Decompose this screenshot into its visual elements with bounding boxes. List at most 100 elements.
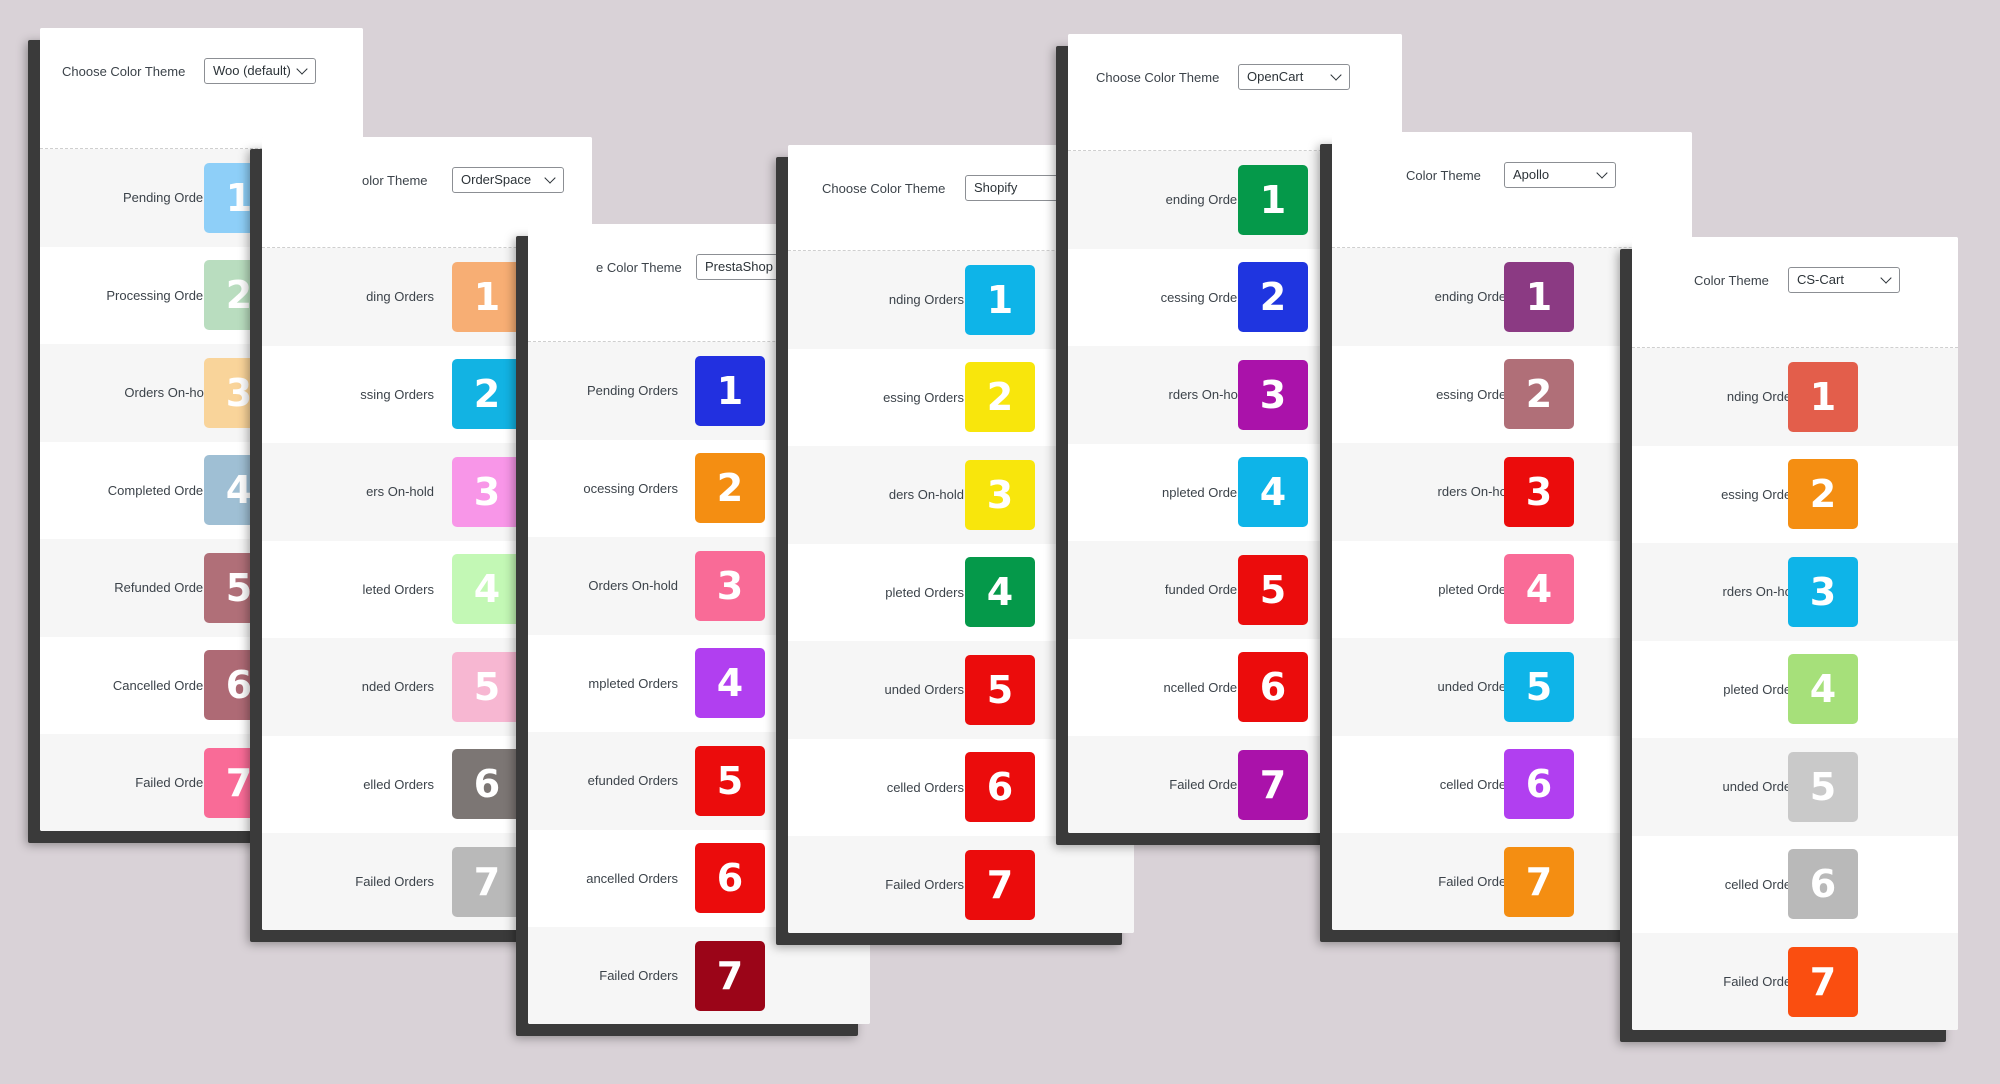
order-status-row: unded Orders 5 — [1632, 738, 1958, 836]
order-status-label: nding Orders — [1726, 389, 1802, 405]
order-status-label: rders On-hold — [1437, 484, 1517, 500]
status-color-swatch: 3 — [1788, 556, 1858, 627]
color-theme-select-value: OpenCart — [1247, 69, 1304, 84]
status-color-swatch: 4 — [965, 557, 1035, 628]
order-status-list: nding Orders 1 essing Orders 2 rders On-hold… — [1632, 348, 1958, 1030]
order-status-label: nding Orders — [888, 292, 964, 308]
theme-panel-7: Color Theme CS-Cart nding Orders 1 essing Or… — [1632, 237, 1958, 1030]
order-status-label: ders On-hold — [888, 487, 964, 503]
status-color-swatch: 6 — [1238, 652, 1308, 723]
order-status-label: Processing Orders — [106, 287, 214, 303]
color-theme-select-value: PrestaShop — [705, 259, 773, 274]
order-status-label: pleted Orders — [1438, 581, 1517, 597]
status-color-swatch: 1 — [452, 261, 522, 332]
order-status-label: essing Orders — [1436, 386, 1517, 402]
color-theme-select[interactable]: CS-Cart — [1788, 267, 1900, 293]
status-color-swatch: 3 — [1504, 456, 1574, 527]
order-status-label: elled Orders — [363, 776, 434, 792]
order-status-row: nding Orders 1 — [1632, 348, 1958, 446]
panel-header: Color Theme Apollo — [1332, 132, 1692, 248]
order-status-label: celled Orders — [1439, 776, 1517, 792]
status-color-swatch: 2 — [452, 359, 522, 430]
color-theme-select[interactable]: OpenCart — [1238, 64, 1350, 90]
order-status-label: Orders On-hold — [124, 385, 214, 401]
order-status-label: unded Orders — [1722, 779, 1803, 795]
order-status-label: ending Orders — [1434, 289, 1517, 305]
order-status-label: Completed Orders — [107, 482, 214, 498]
color-theme-select[interactable]: Shopify — [965, 175, 1077, 201]
status-color-swatch: 4 — [695, 648, 765, 719]
status-color-swatch: 7 — [695, 940, 765, 1011]
chevron-down-icon — [544, 172, 556, 184]
panel-header: Color Theme CS-Cart — [1632, 237, 1958, 348]
chevron-down-icon — [1880, 272, 1892, 284]
status-color-swatch: 5 — [452, 651, 522, 722]
order-status-label: funded Orders — [1164, 582, 1248, 598]
order-status-label: rders On-hold — [1168, 387, 1248, 403]
order-status-row: Failed Orders 7 — [1632, 933, 1958, 1030]
status-color-swatch: 4 — [1238, 457, 1308, 528]
order-status-label: Pending Orders — [122, 190, 214, 206]
order-status-label: Failed Orders — [599, 968, 678, 984]
status-color-swatch: 7 — [1788, 946, 1858, 1017]
order-status-label: unded Orders — [884, 682, 965, 698]
order-status-label: Failed Orders — [1169, 777, 1248, 793]
status-color-swatch: 3 — [695, 550, 765, 621]
chevron-down-icon — [1330, 69, 1342, 81]
color-theme-select[interactable]: Woo (default) — [204, 58, 316, 84]
order-status-label: unded Orders — [1437, 679, 1518, 695]
order-status-row: essing Orders 2 — [1632, 445, 1958, 543]
order-status-row: pleted Orders 4 — [1632, 640, 1958, 738]
order-status-label: Orders On-hold — [588, 578, 678, 594]
order-status-label: pleted Orders — [1723, 681, 1802, 697]
order-status-label: ding Orders — [366, 289, 434, 305]
status-color-swatch: 6 — [1788, 849, 1858, 920]
order-status-label: leted Orders — [362, 581, 434, 597]
order-status-label: Failed Orders — [355, 874, 434, 890]
color-theme-select-value: Woo (default) — [213, 63, 291, 78]
order-status-row: celled Orders 6 — [1632, 835, 1958, 933]
status-color-swatch: 3 — [1238, 359, 1308, 430]
status-color-swatch: 2 — [1788, 459, 1858, 530]
status-color-swatch: 7 — [1238, 749, 1308, 820]
order-status-label: Refunded Orders — [114, 580, 214, 596]
order-status-label: Failed Orders — [885, 877, 964, 893]
order-status-label: Cancelled Orders — [112, 677, 214, 693]
status-color-swatch: 6 — [965, 752, 1035, 823]
chevron-down-icon — [1057, 180, 1069, 192]
status-color-swatch: 1 — [1238, 164, 1308, 235]
status-color-swatch: 2 — [1504, 359, 1574, 430]
order-status-label: celled Orders — [886, 779, 964, 795]
status-color-swatch: 4 — [452, 554, 522, 625]
order-status-label: ocessing Orders — [583, 480, 678, 496]
color-theme-select-value: OrderSpace — [461, 172, 532, 187]
color-theme-select[interactable]: OrderSpace — [452, 167, 564, 193]
status-color-swatch: 5 — [1504, 651, 1574, 722]
panel-header: Choose Color Theme Woo (default) — [40, 28, 363, 149]
status-color-swatch: 1 — [1788, 361, 1858, 432]
color-theme-select-value: CS-Cart — [1797, 272, 1844, 287]
order-status-label: celled Orders — [1724, 876, 1802, 892]
order-status-label: efunded Orders — [587, 773, 678, 789]
order-status-label: Pending Orders — [586, 383, 678, 399]
order-status-label: essing Orders — [883, 389, 964, 405]
color-theme-select-value: Shopify — [974, 180, 1018, 195]
order-status-label: mpleted Orders — [588, 675, 678, 691]
choose-color-theme-label: Choose Color Theme — [62, 64, 186, 79]
choose-color-theme-label: e Color Theme — [596, 260, 682, 275]
color-theme-select[interactable]: Apollo — [1504, 162, 1616, 188]
order-status-label: ers On-hold — [366, 484, 434, 500]
status-color-swatch: 4 — [1504, 554, 1574, 625]
chevron-down-icon — [1596, 167, 1608, 179]
status-color-swatch: 1 — [965, 264, 1035, 335]
status-color-swatch: 2 — [1238, 262, 1308, 333]
order-status-label: nded Orders — [361, 679, 434, 695]
status-color-swatch: 5 — [695, 745, 765, 816]
order-status-row: rders On-hold 3 — [1632, 543, 1958, 641]
status-color-swatch: 4 — [1788, 654, 1858, 725]
order-status-label: Failed Orders — [135, 775, 214, 791]
status-color-swatch: 7 — [1504, 846, 1574, 917]
status-color-swatch: 1 — [1504, 261, 1574, 332]
order-status-label: cessing Orders — [1160, 289, 1248, 305]
status-color-swatch: 6 — [1504, 749, 1574, 820]
